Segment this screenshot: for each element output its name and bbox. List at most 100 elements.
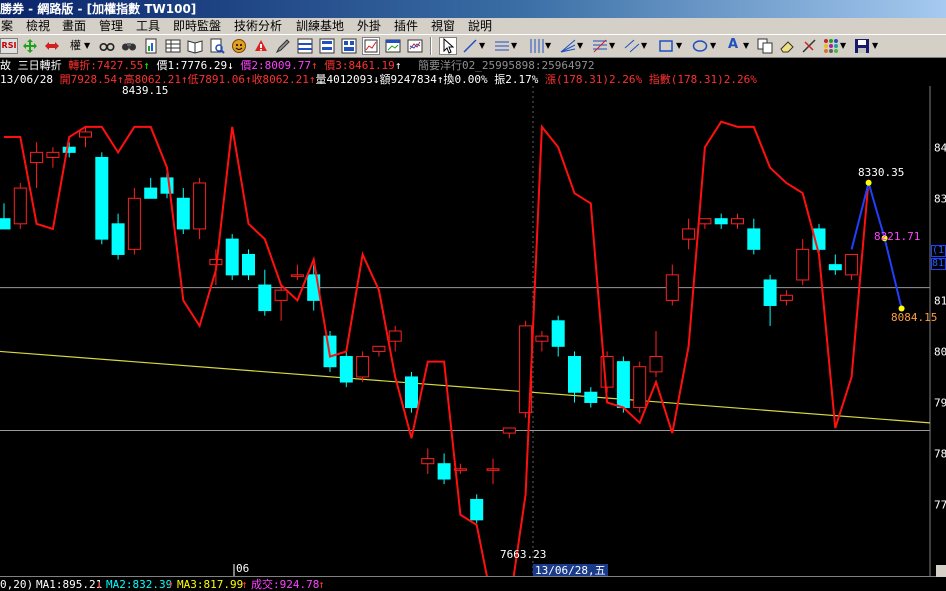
high-arrow: ↑ [180, 73, 188, 86]
volume-ma-value: 成交:924.78 [251, 578, 320, 591]
glasses-icon[interactable] [99, 38, 115, 54]
book-icon[interactable] [187, 38, 203, 54]
indicator-name: 三日轉折 [17, 59, 62, 72]
scroll-corner[interactable] [936, 565, 946, 577]
price2-value: 價2:8009.77 [240, 59, 311, 72]
layout-grid-icon[interactable] [341, 38, 357, 54]
palette-dropdown-icon[interactable]: ▼ [840, 39, 846, 53]
chart-window-icon[interactable] [385, 38, 401, 54]
candle-up [698, 218, 712, 225]
alert-bell-icon[interactable] [253, 38, 269, 54]
trend-line [0, 350, 931, 424]
chart-compare-icon[interactable] [407, 38, 423, 54]
parallel-lines-icon[interactable] [624, 38, 640, 54]
save-icon[interactable] [854, 38, 870, 54]
gear-face-icon[interactable] [231, 38, 247, 54]
price1-value: 價1:7776.29 [156, 59, 228, 72]
low-mark-label: 7663.23 [500, 548, 546, 561]
parallel-dropdown-icon[interactable]: ▼ [641, 39, 647, 53]
hline-dropdown-icon[interactable]: ▼ [511, 39, 517, 53]
table-icon[interactable] [165, 38, 181, 54]
candle-up [731, 218, 744, 225]
rectangle-icon[interactable] [658, 38, 674, 54]
document-chart-icon[interactable] [143, 38, 159, 54]
price-axis-label: 84 [934, 141, 946, 154]
volume-ma-arrow: ↑ [318, 578, 325, 591]
double-arrow-icon[interactable] [44, 38, 60, 54]
candle-down [747, 228, 761, 250]
text-tool-button[interactable]: A [728, 38, 738, 52]
menu-item-manage[interactable]: 管理 [99, 18, 123, 34]
candle-down [242, 253, 255, 276]
menu-item-screen[interactable]: 畫面 [62, 18, 86, 34]
binoculars-icon[interactable] [121, 38, 137, 54]
amount-value: 額9247834 [379, 73, 437, 86]
candle-down [144, 187, 158, 199]
eraser-icon[interactable] [779, 38, 795, 54]
fan-lines-icon[interactable] [560, 38, 576, 54]
candlestick-chart[interactable]: 8483828180797877 8439.15 7663.23 8330.35… [0, 86, 946, 576]
color-palette-icon[interactable] [823, 38, 839, 54]
weight-button[interactable]: 權 [70, 39, 81, 53]
menu-item-help[interactable]: 說明 [468, 18, 492, 34]
price3-arrow: ↑ [394, 59, 402, 72]
candle-up [274, 289, 288, 301]
menu-item-realtime[interactable]: 即時監盤 [173, 18, 221, 34]
candle-up [796, 248, 810, 281]
vertical-lines-icon[interactable] [528, 38, 544, 54]
horizontal-lines-icon[interactable] [494, 38, 510, 54]
fan-dropdown-icon[interactable]: ▼ [577, 39, 583, 53]
menu-item-tools[interactable]: 工具 [136, 18, 160, 34]
ma3-arrow: ↑ [241, 578, 248, 591]
price-axis-label: 77 [934, 499, 946, 512]
line-dropdown-icon[interactable]: ▼ [479, 39, 485, 53]
menu-item-technical[interactable]: 技術分析 [234, 18, 282, 34]
projection-point [865, 179, 872, 186]
rsi-button[interactable]: RSI [0, 38, 18, 54]
copy-icon[interactable] [757, 38, 773, 54]
candle-down [176, 197, 190, 230]
candle-down [225, 238, 239, 276]
chart-view-icon[interactable] [362, 37, 380, 55]
price3-value: 價3:8461.19 [324, 59, 395, 72]
ellipse-icon[interactable] [692, 38, 708, 54]
search-document-icon[interactable] [209, 38, 225, 54]
candle-up [633, 366, 647, 409]
trend-line-tool-icon[interactable] [462, 38, 478, 54]
fibonacci-dropdown-icon[interactable]: ▼ [609, 39, 615, 53]
vendor-note: 簡要洋行02_25995898:25964972 [418, 59, 595, 72]
layout-split-icon[interactable] [297, 38, 313, 54]
turnover-value: 換0.00% [443, 73, 488, 86]
candle-up [46, 151, 60, 158]
pointer-icon[interactable] [439, 37, 457, 55]
move-cross-icon[interactable] [22, 38, 38, 54]
candle-down [584, 391, 598, 403]
weight-dropdown-icon[interactable]: ▼ [84, 39, 90, 53]
ma-params: 0,20) [0, 578, 34, 591]
indicator-name-prefix: 故 [0, 59, 18, 72]
menu-item-training[interactable]: 訓練基地 [296, 18, 344, 34]
pen-icon[interactable] [275, 38, 291, 54]
menu-item-plugin-ext[interactable]: 外掛 [357, 18, 381, 34]
amount-arrow: ↑ [436, 73, 444, 86]
menu-item-window[interactable]: 視窗 [431, 18, 455, 34]
layout-rows-icon[interactable] [319, 38, 335, 54]
candle-down [258, 284, 272, 312]
menu-item-plugins[interactable]: 插件 [394, 18, 418, 34]
save-dropdown-icon[interactable]: ▼ [872, 39, 878, 53]
delete-line-icon[interactable] [801, 38, 817, 54]
change-value: 漲(178.31)2.26% [545, 73, 643, 86]
price-axis-label: 81 [934, 294, 946, 307]
candle-up [535, 335, 549, 342]
text-dropdown-icon[interactable]: ▼ [743, 39, 749, 53]
vline-dropdown-icon[interactable]: ▼ [545, 39, 551, 53]
menu-item-view[interactable]: 檢視 [26, 18, 50, 34]
fibonacci-icon[interactable] [592, 38, 608, 54]
proj2-label: 8221.71 [874, 230, 920, 243]
volume-arrow: ↓ [372, 73, 380, 86]
menu-item-file[interactable]: 案 [1, 18, 13, 34]
rectangle-dropdown-icon[interactable]: ▼ [676, 39, 682, 53]
window-title: 勝券 - 網路版 - [加權指數 TW100] [0, 2, 197, 16]
ellipse-dropdown-icon[interactable]: ▼ [710, 39, 716, 53]
candle-down [470, 498, 484, 521]
